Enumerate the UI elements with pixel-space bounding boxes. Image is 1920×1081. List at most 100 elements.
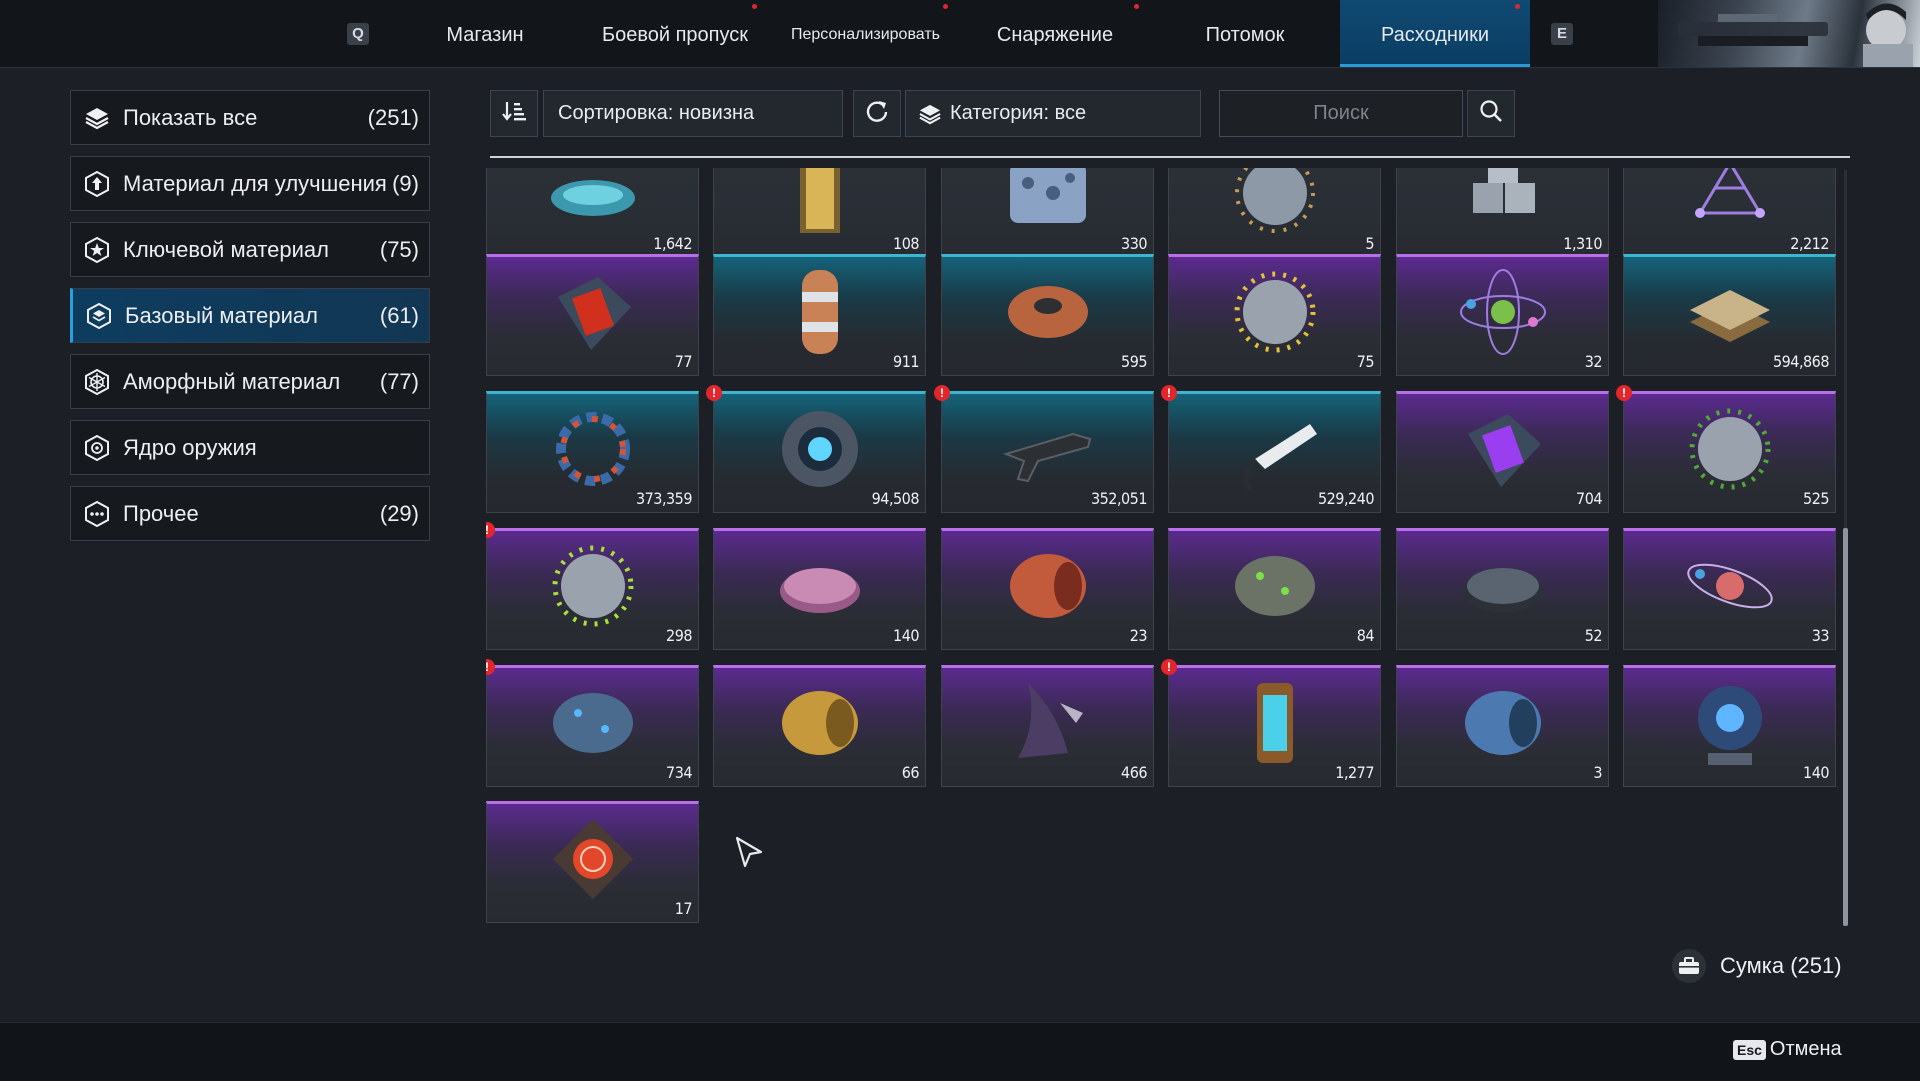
inventory-item[interactable]: 466	[941, 665, 1154, 787]
inventory-item[interactable]: 529,240!	[1161, 385, 1381, 513]
tab-battle-pass[interactable]: Боевой пропуск	[590, 0, 760, 67]
inventory-item[interactable]: 94,508!	[706, 385, 926, 513]
item-quantity: 1,310	[1563, 234, 1602, 253]
inventory-item[interactable]: 23	[941, 528, 1154, 650]
tab-shop[interactable]: Магазин	[420, 0, 550, 67]
inventory-item[interactable]: 2,212	[1623, 168, 1836, 258]
sidebar-item-count: (77)	[379, 368, 419, 394]
inventory-item[interactable]: 734!	[486, 659, 699, 787]
item-quantity: 17	[674, 899, 693, 918]
item-quantity: 3	[1593, 763, 1602, 782]
porous-block-icon	[998, 168, 1098, 243]
character-banner[interactable]	[1658, 0, 1920, 67]
alert-badge-icon: !	[486, 659, 495, 675]
inventory-item[interactable]: 373,359	[486, 391, 699, 513]
item-quantity: 23	[1129, 626, 1148, 645]
inventory-item[interactable]: 52	[1396, 528, 1609, 650]
category-dropdown[interactable]: Категория: все	[905, 90, 1201, 137]
inventory-item[interactable]: 594,868	[1623, 254, 1836, 376]
item-quantity: 373,359	[635, 489, 693, 508]
alert-badge-icon: !	[1161, 385, 1177, 401]
refresh-button[interactable]	[853, 90, 901, 137]
inventory-item[interactable]: 33	[1623, 528, 1836, 650]
search-button[interactable]	[1467, 90, 1515, 137]
sidebar-item-label: Базовый материал	[125, 302, 318, 328]
sidebar-item-count: (29)	[379, 500, 419, 526]
inventory-item[interactable]: 5	[1168, 168, 1381, 258]
inventory-item[interactable]: 1,642	[486, 168, 699, 258]
bag-label: Сумка (251)	[1720, 953, 1842, 978]
inventory-item[interactable]: 298!	[486, 522, 699, 650]
blue-brain-icon	[543, 673, 643, 773]
inventory-item[interactable]: 1,277!	[1161, 659, 1381, 787]
notification-dot	[1134, 4, 1139, 9]
q-key-hint[interactable]: Q	[347, 23, 369, 45]
item-quantity: 77	[674, 352, 693, 371]
pink-petri-dish-icon	[770, 536, 870, 636]
item-quantity: 2,212	[1790, 234, 1829, 253]
item-quantity: 529,240	[1317, 489, 1375, 508]
tab-equipment-label: Снаряжение	[996, 24, 1114, 46]
notification-dot	[943, 4, 948, 9]
web-hexagon-icon	[83, 368, 111, 396]
item-quantity: 84	[1356, 626, 1375, 645]
tab-descendant-label: Потомок	[1205, 24, 1285, 46]
inventory-item[interactable]: 704	[1396, 391, 1609, 513]
inventory-item[interactable]: 911	[713, 254, 926, 376]
sidebar-item-weapon-core[interactable]: Ядро оружия	[70, 420, 430, 475]
layers-icon	[918, 103, 942, 125]
item-quantity: 704	[1576, 489, 1602, 508]
item-quantity: 594,868	[1772, 352, 1830, 371]
tab-consumables[interactable]: Расходники	[1340, 0, 1530, 67]
tab-customize[interactable]: Персонализировать	[778, 0, 953, 67]
inventory-item[interactable]: 140	[1623, 665, 1836, 787]
inventory-item[interactable]: 352,051!	[934, 385, 1154, 513]
item-quantity: 140	[893, 626, 919, 645]
search-input[interactable]: Поиск	[1219, 90, 1463, 137]
bottom-bar	[0, 1022, 1920, 1081]
sidebar-item-label: Ядро оружия	[123, 434, 257, 460]
scrollbar-thumb[interactable]	[1843, 528, 1848, 926]
sort-direction-button[interactable]	[490, 90, 538, 137]
molecule-ring-icon	[543, 399, 643, 499]
sidebar-item-show-all[interactable]: Показать все (251)	[70, 90, 430, 145]
bag-icon	[1672, 949, 1706, 983]
sidebar-item-other[interactable]: Прочее (29)	[70, 486, 430, 541]
orb-container-icon	[1680, 673, 1780, 773]
e-key-hint[interactable]: E	[1551, 23, 1573, 45]
item-quantity: 66	[901, 763, 920, 782]
inventory-item[interactable]: 32	[1396, 254, 1609, 376]
inventory-item[interactable]: 75	[1168, 254, 1381, 376]
sidebar-item-amorphous-material[interactable]: Аморфный материал (77)	[70, 354, 430, 409]
sort-dropdown[interactable]: Сортировка: новизна	[543, 90, 843, 137]
inventory-item[interactable]: 330	[941, 168, 1154, 258]
tab-equipment[interactable]: Снаряжение	[980, 0, 1139, 67]
cancel-button[interactable]: Esc Отмена	[1733, 1038, 1842, 1061]
item-quantity: 5	[1365, 234, 1374, 253]
inventory-item[interactable]: 140	[713, 528, 926, 650]
inventory-item[interactable]: 595	[941, 254, 1154, 376]
layers-icon	[83, 104, 111, 132]
inventory-item[interactable]: 525!	[1616, 385, 1836, 513]
tab-descendant[interactable]: Потомок	[1175, 0, 1315, 67]
bag-button[interactable]: Сумка (251)	[1672, 948, 1842, 984]
inventory-item[interactable]: 84	[1168, 528, 1381, 650]
inventory-item[interactable]: 77	[486, 254, 699, 376]
sidebar-item-upgrade-material[interactable]: Материал для улучшения (9)	[70, 156, 430, 211]
inventory-item[interactable]: 3	[1396, 665, 1609, 787]
alert-badge-icon: !	[706, 385, 722, 401]
inventory-item[interactable]: 108	[713, 168, 926, 258]
inventory-item[interactable]: 17	[486, 801, 699, 923]
toolbar-divider	[490, 156, 1850, 158]
item-quantity: 298	[666, 626, 692, 645]
dots-hexagon-icon	[83, 500, 111, 528]
item-quantity: 734	[666, 763, 692, 782]
core-hexagon-icon	[83, 434, 111, 462]
sidebar-item-key-material[interactable]: Ключевой материал (75)	[70, 222, 430, 277]
alert-badge-icon: !	[486, 522, 495, 538]
inventory-grid[interactable]: 1,642 108 330 5 1,310 2,212 77 911 595 75 32 594,86…	[486, 168, 1838, 938]
inventory-item[interactable]: 1,310	[1396, 168, 1609, 258]
inventory-item[interactable]: 66	[713, 665, 926, 787]
sidebar-item-base-material[interactable]: Базовый материал (61)	[70, 288, 430, 343]
virus-gray-icon	[1225, 168, 1325, 243]
